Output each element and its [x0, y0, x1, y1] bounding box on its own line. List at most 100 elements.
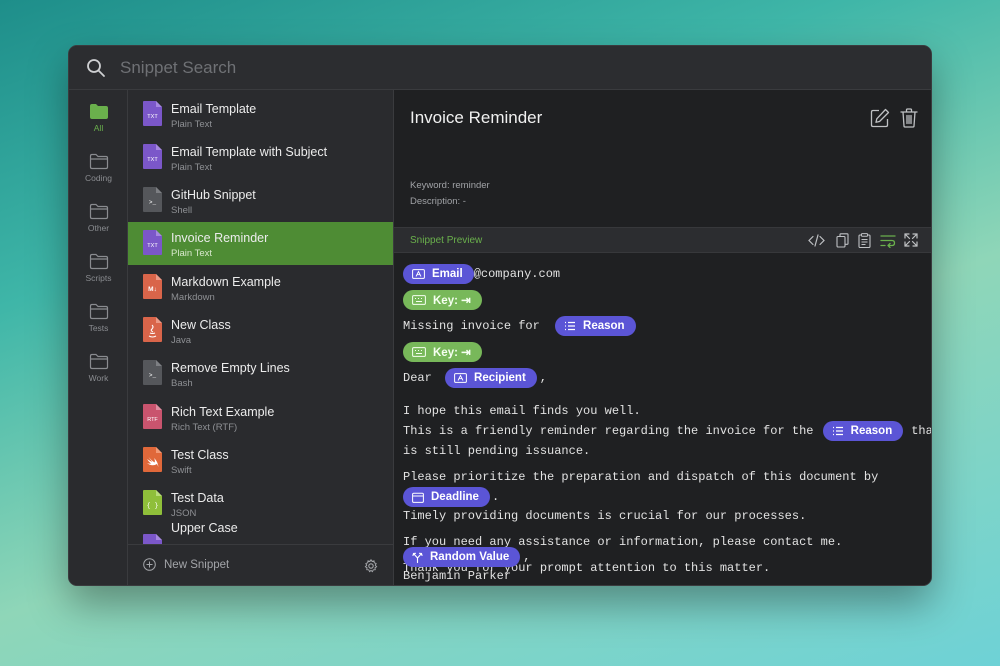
- placeholder-reason-pill[interactable]: Reason: [822, 421, 904, 441]
- preview-text: ,: [523, 550, 531, 564]
- preview-line: Dear Recipient ,: [403, 368, 547, 388]
- svg-text:RTF: RTF: [147, 417, 158, 423]
- placeholder-recipient-pill[interactable]: Recipient: [445, 368, 537, 388]
- rail-item-tests[interactable]: Tests: [69, 303, 128, 333]
- keyboard-icon: [412, 347, 426, 357]
- rail-label: Other: [87, 223, 110, 233]
- rtf-file-icon: RTF: [143, 404, 162, 429]
- markdown-file-icon: M↓: [143, 274, 162, 299]
- shuffle-icon: [412, 552, 423, 563]
- preview-text: This is a friendly reminder regarding th…: [403, 424, 821, 438]
- preview-text: Dear: [403, 371, 440, 385]
- placeholder-email-pill[interactable]: Email: [403, 264, 474, 284]
- snippet-item-rich-text-example[interactable]: RTF Rich Text Example Rich Text (RTF): [128, 396, 393, 439]
- preview-line: This is a friendly reminder regarding th…: [403, 421, 931, 441]
- rail-label: Tests: [88, 323, 109, 333]
- rail-item-all[interactable]: All: [69, 103, 128, 133]
- preview-text: that: [911, 424, 931, 438]
- snippet-item-github-snippet[interactable]: >_ GitHub Snippet Shell: [128, 179, 393, 222]
- snippet-item-markdown-example[interactable]: M↓ Markdown Example Markdown: [128, 266, 393, 309]
- folder-icon: [89, 353, 108, 370]
- snippet-item-test-class[interactable]: Test Class Swift: [128, 439, 393, 482]
- snippet-title: GitHub Snippet: [171, 188, 256, 202]
- snippet-item-remove-empty-lines[interactable]: >_ Remove Empty Lines Bash: [128, 352, 393, 395]
- shell-file-icon: >_: [143, 360, 162, 385]
- snippet-type: JSON: [171, 508, 197, 519]
- snippet-type: Swift: [171, 465, 192, 476]
- snippet-type: Bash: [171, 378, 193, 389]
- snippet-item-test-data[interactable]: { } Test Data JSON: [128, 482, 393, 525]
- txt-file-icon: TXT: [143, 230, 162, 255]
- pill-label: Random Value: [430, 551, 510, 563]
- preview-line: Key: ⇥: [403, 342, 482, 362]
- snippet-item-email-template[interactable]: TXT Email Template Plain Text: [128, 93, 393, 136]
- folder-icon: [89, 303, 108, 320]
- placeholder-deadline-pill[interactable]: Deadline: [403, 487, 490, 507]
- expand-icon[interactable]: [904, 233, 918, 247]
- snippet-type: Plain Text: [171, 119, 213, 130]
- app-window: All Coding Other Scripts Tests: [68, 45, 932, 586]
- signature-line: Benjamin Parker: [403, 569, 512, 583]
- snippet-list-scroll[interactable]: TXT Email Template Plain Text TXT Email …: [128, 90, 393, 544]
- snippet-title: Rich Text Example: [171, 405, 275, 419]
- preview-line: I hope this email finds you well.: [403, 404, 641, 418]
- rail-label: Work: [88, 373, 109, 383]
- folder-icon: [89, 203, 108, 220]
- snippet-item-email-template-subject[interactable]: TXT Email Template with Subject Plain Te…: [128, 136, 393, 179]
- folder-icon: [89, 153, 108, 170]
- snippet-item-new-class[interactable]: New Class Java: [128, 309, 393, 352]
- paste-icon[interactable]: [858, 233, 871, 248]
- code-icon[interactable]: [808, 233, 825, 248]
- json-file-icon: { }: [143, 490, 162, 515]
- rail-label: Scripts: [85, 273, 112, 283]
- snippet-type: Shell: [171, 205, 193, 216]
- snippet-type: Plain Text: [171, 248, 213, 259]
- preview-text: Missing invoice for: [403, 319, 548, 333]
- svg-text:M↓: M↓: [148, 286, 157, 293]
- new-snippet-button[interactable]: New Snippet: [143, 558, 229, 571]
- list-footer: New Snippet: [128, 544, 393, 585]
- txt-file-icon: TXT: [143, 144, 162, 169]
- pill-label: Key: ⇥: [433, 347, 471, 359]
- snippet-description: Description: -: [410, 196, 466, 207]
- swift-file-icon: [143, 447, 162, 472]
- snippet-title: Email Template with Subject: [171, 145, 328, 159]
- snippet-item-upper-case[interactable]: Upper Case: [128, 521, 393, 544]
- preview-text: @company.com: [473, 267, 561, 281]
- snippet-title: Test Data: [171, 491, 224, 505]
- preview-text: is still pending issuance.: [403, 444, 591, 458]
- preview-line: Random Value ,: [403, 547, 530, 567]
- copy-icon[interactable]: [836, 233, 849, 248]
- text-field-icon: [412, 269, 425, 279]
- svg-text:TXT: TXT: [147, 243, 158, 249]
- snippet-type: Rich Text (RTF): [171, 422, 238, 433]
- wrap-text-icon[interactable]: [880, 233, 896, 248]
- snippet-preview-body[interactable]: Email @company.com Key: ⇥ Missing invoic…: [394, 253, 931, 585]
- gear-icon[interactable]: [364, 559, 378, 573]
- rail-item-coding[interactable]: Coding: [69, 153, 128, 183]
- rail-item-other[interactable]: Other: [69, 203, 128, 233]
- trash-icon[interactable]: [900, 108, 918, 128]
- snippet-item-invoice-reminder[interactable]: TXT Invoice Reminder Plain Text: [128, 222, 393, 265]
- preview-line: Please prioritize the preparation and di…: [403, 470, 878, 484]
- rail-item-scripts[interactable]: Scripts: [69, 253, 128, 283]
- search-input[interactable]: [120, 57, 820, 78]
- folder-filled-icon: [89, 104, 108, 119]
- pill-label: Deadline: [431, 491, 479, 503]
- preview-line: Timely providing documents is crucial fo…: [403, 509, 806, 523]
- placeholder-random-value-pill[interactable]: Random Value: [403, 547, 521, 567]
- preview-text: Please prioritize the preparation and di…: [403, 470, 879, 484]
- snippet-type: Plain Text: [171, 162, 213, 173]
- edit-icon[interactable]: [870, 108, 890, 128]
- svg-text:{ }: { }: [147, 502, 159, 509]
- pill-label: Key: ⇥: [433, 295, 471, 307]
- new-snippet-label: New Snippet: [164, 558, 230, 571]
- pill-label: Recipient: [474, 372, 526, 384]
- placeholder-reason-pill[interactable]: Reason: [555, 316, 636, 336]
- placeholder-key-pill[interactable]: Key: ⇥: [403, 342, 482, 362]
- preview-text: Timely providing documents is crucial fo…: [403, 509, 807, 523]
- snippet-type: Java: [171, 335, 192, 346]
- txt-file-icon: TXT: [143, 101, 162, 126]
- placeholder-key-pill[interactable]: Key: ⇥: [403, 290, 482, 310]
- rail-item-work[interactable]: Work: [69, 353, 128, 383]
